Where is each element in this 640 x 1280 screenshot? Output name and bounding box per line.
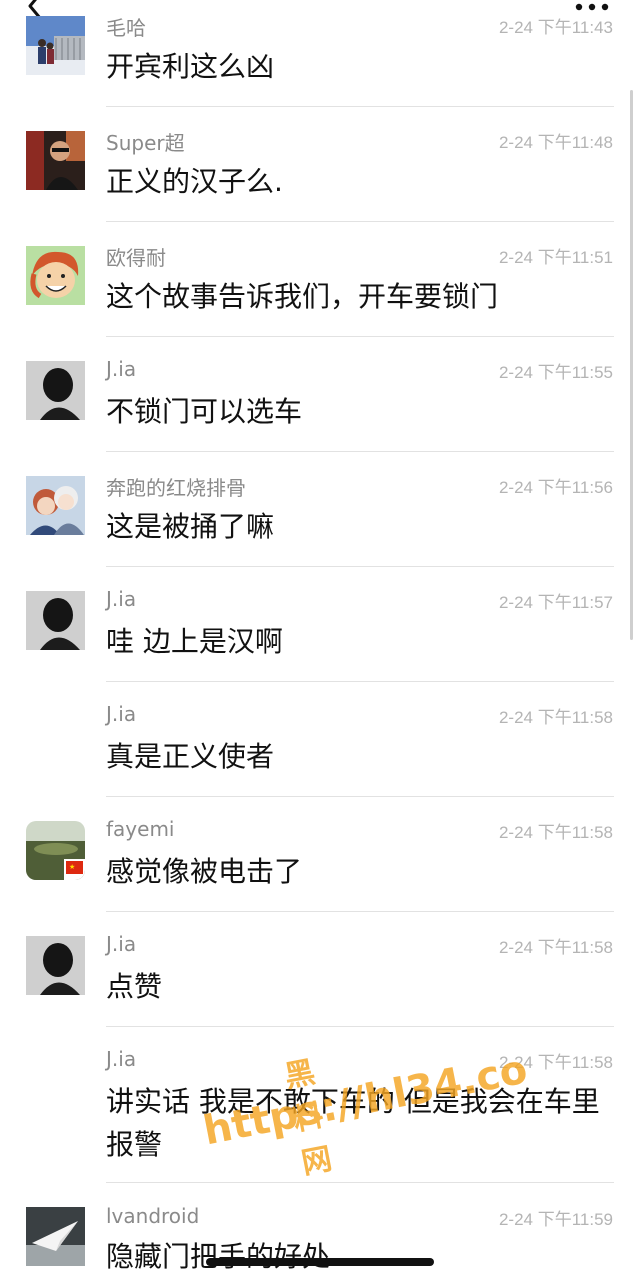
more-dots-icon[interactable] <box>574 0 610 14</box>
avatar[interactable]: ★ <box>26 821 85 880</box>
divider <box>106 221 614 222</box>
comment-author[interactable]: fayemi <box>106 817 174 841</box>
divider <box>106 681 614 682</box>
comment-author[interactable]: J.ia <box>106 587 136 611</box>
comment-author[interactable]: lvandroid <box>106 1204 199 1228</box>
avatar[interactable] <box>26 936 85 995</box>
comment-text: 这个故事告诉我们，开车要锁门 <box>106 280 499 313</box>
divider <box>106 1182 614 1183</box>
comment-author[interactable]: Super超 <box>106 127 185 156</box>
svg-text:★: ★ <box>69 863 75 871</box>
comment-time: 2-24 下午11:59 <box>498 1210 613 1229</box>
avatar[interactable] <box>26 476 85 535</box>
comment-time: 2-24 下午11:48 <box>498 133 613 152</box>
avatar[interactable] <box>26 131 85 190</box>
comment-time: 2-24 下午11:55 <box>498 363 613 382</box>
divider <box>106 336 614 337</box>
comment-text: 哇 边上是汉啊 <box>106 625 283 658</box>
comment-author[interactable]: J.ia <box>106 932 136 956</box>
comment-text: 真是正义使者 <box>106 740 275 773</box>
comment-author[interactable]: 欧得耐 <box>106 242 166 271</box>
comment-time: 2-24 下午11:51 <box>498 248 613 267</box>
avatar[interactable] <box>26 16 85 75</box>
comment-text: 不锁门可以选车 <box>106 395 303 428</box>
comment-text: 感觉像被电击了 <box>106 855 303 888</box>
avatar[interactable] <box>26 1207 85 1266</box>
home-indicator[interactable] <box>206 1258 434 1266</box>
comment-text: 这是被捅了嘛 <box>106 510 275 543</box>
avatar[interactable] <box>26 591 85 650</box>
comment-time: 2-24 下午11:58 <box>498 823 613 842</box>
comment-author[interactable]: 奔跑的红烧排骨 <box>106 472 246 501</box>
comment-time: 2-24 下午11:58 <box>498 938 613 957</box>
comment-text: 隐藏门把手的好处 <box>106 1240 331 1273</box>
comment-time: 2-24 下午11:43 <box>498 18 613 37</box>
comment-text: 讲实话 我是不敢下车的 但是我会在车里报警 <box>106 1085 600 1161</box>
comment-time: 2-24 下午11:58 <box>498 708 613 727</box>
divider <box>106 911 614 912</box>
scrollbar[interactable] <box>630 90 633 640</box>
comment-author[interactable]: J.ia <box>106 357 136 381</box>
comment-text: 点赞 <box>106 970 163 1003</box>
comment-author[interactable]: J.ia <box>106 702 136 726</box>
comment-time: 2-24 下午11:57 <box>498 593 613 612</box>
comment-time: 2-24 下午11:56 <box>498 478 613 497</box>
comment-text: 正义的汉子么. <box>106 165 283 198</box>
comment-time: 2-24 下午11:58 <box>498 1053 613 1072</box>
divider <box>106 106 614 107</box>
divider <box>106 566 614 567</box>
comment-author[interactable]: 毛哈 <box>106 12 146 41</box>
comment-author[interactable]: J.ia <box>106 1047 136 1071</box>
avatar[interactable] <box>26 361 85 420</box>
divider <box>106 796 614 797</box>
comment-text: 开宾利这么凶 <box>106 50 275 83</box>
divider <box>106 1026 614 1027</box>
divider <box>106 451 614 452</box>
avatar[interactable] <box>26 246 85 305</box>
